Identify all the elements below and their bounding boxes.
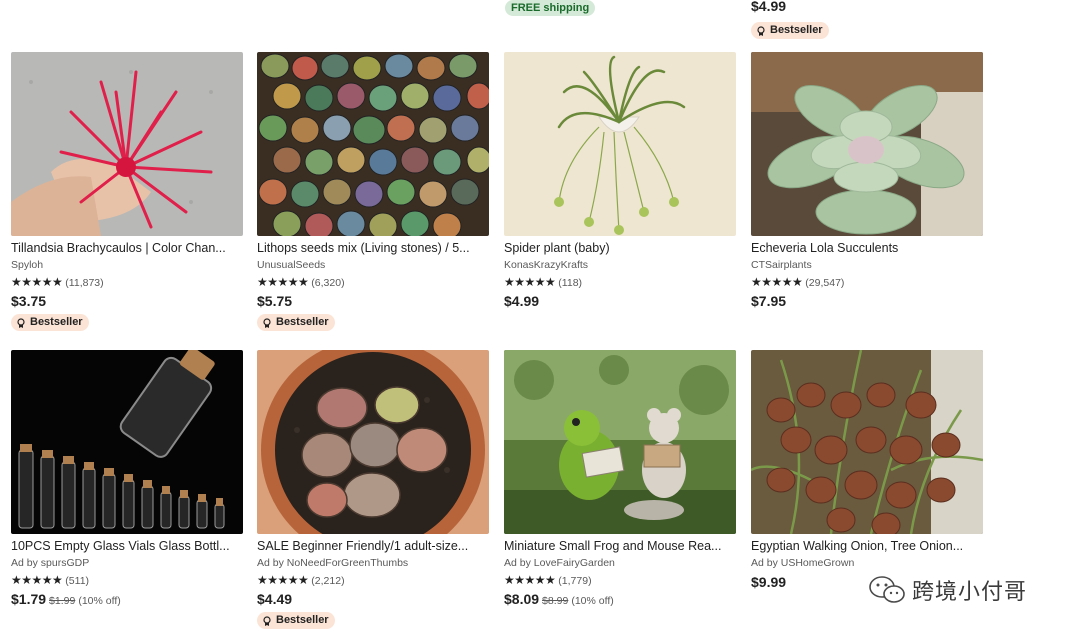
price-row: $4.49 (257, 591, 489, 608)
medal-icon (263, 615, 271, 626)
star-rating-icon: ★★★★★ (11, 275, 63, 289)
listing-image-air-plant[interactable] (11, 52, 243, 236)
price: $7.95 (751, 293, 787, 309)
listing-title[interactable]: 10PCS Empty Glass Vials Glass Bottl... (11, 539, 243, 554)
review-count: (6,320) (311, 277, 345, 289)
star-rating-icon: ★★★★★ (504, 275, 556, 289)
price: $9.99 (751, 574, 787, 590)
listing-image-spider-plant[interactable] (504, 52, 736, 236)
listing-title[interactable]: SALE Beginner Friendly/1 adult-size... (257, 539, 489, 554)
listing-title[interactable]: Spider plant (baby) (504, 241, 736, 256)
bestseller-badge: Bestseller (751, 22, 829, 39)
listing-title[interactable]: Echeveria Lola Succulents (751, 241, 983, 256)
star-rating-icon: ★★★★★ (257, 573, 309, 587)
shop-name[interactable]: Ad by NoNeedForGreenThumbs (257, 557, 489, 570)
listing-image-walking-onion[interactable] (751, 350, 983, 534)
original-price: $1.99 (49, 595, 76, 607)
listing-card[interactable]: Tillandsia Brachycaulos | Color Chan... … (11, 52, 243, 333)
listing-card[interactable]: SALE Beginner Friendly/1 adult-size... A… (257, 350, 489, 631)
bestseller-badge: Bestseller (257, 612, 335, 629)
listing-image-echeveria[interactable] (751, 52, 983, 236)
bestseller-badge: Bestseller (11, 314, 89, 331)
original-price: $8.99 (542, 595, 569, 607)
star-rating-icon: ★★★★★ (11, 573, 63, 587)
medal-icon (17, 317, 25, 328)
badge-label: Bestseller (30, 316, 83, 328)
price-row: $8.09 $8.99 (10% off) (504, 591, 736, 610)
price: $3.75 (11, 293, 47, 309)
shop-name[interactable]: Ad by LoveFairyGarden (504, 557, 736, 570)
listing-image-frog-mouse[interactable] (504, 350, 736, 534)
review-count: (1,779) (558, 575, 592, 587)
previous-row-remainder: FREE shipping $4.99 Bestseller (0, 0, 1080, 40)
medal-icon (757, 25, 765, 36)
price-row: $7.95 (751, 293, 983, 310)
rating: ★★★★★ (6,320) (257, 275, 489, 290)
listing-image-lithops-seeds[interactable] (257, 52, 489, 236)
shop-name[interactable]: Ad by spursGDP (11, 557, 243, 570)
shop-name[interactable]: KonasKrazyKrafts (504, 259, 736, 272)
listing-card[interactable]: Echeveria Lola Succulents CTSairplants ★… (751, 52, 983, 310)
review-count: (2,212) (311, 575, 345, 587)
rating: ★★★★★ (11,873) (11, 275, 243, 290)
discount-label: (10% off) (571, 595, 614, 607)
medal-icon (263, 317, 271, 328)
price: $1.79 (11, 591, 47, 607)
badge-label: Bestseller (276, 614, 329, 626)
rating: ★★★★★ (511) (11, 573, 243, 588)
badge-label: Bestseller (770, 24, 823, 36)
review-count: (11,873) (65, 277, 104, 289)
shop-name[interactable]: CTSairplants (751, 259, 983, 272)
listing-card[interactable]: Spider plant (baby) KonasKrazyKrafts ★★★… (504, 52, 736, 310)
price-row: $1.79 $1.99 (10% off) (11, 591, 243, 610)
price: $4.49 (257, 591, 293, 607)
listing-title[interactable]: Egyptian Walking Onion, Tree Onion... (751, 539, 983, 554)
listing-title[interactable]: Lithops seeds mix (Living stones) / 5... (257, 241, 489, 256)
rating: ★★★★★ (118) (504, 275, 736, 290)
price: $4.99 (751, 0, 787, 14)
listing-card[interactable]: 10PCS Empty Glass Vials Glass Bottl... A… (11, 350, 243, 610)
rating: ★★★★★ (1,779) (504, 573, 736, 588)
watermark-text: 跨境小付哥 (912, 580, 1028, 605)
shop-name[interactable]: UnusualSeeds (257, 259, 489, 272)
badge-label: Bestseller (276, 316, 329, 328)
listing-image-glass-vials[interactable] (11, 350, 243, 534)
review-count: (29,547) (805, 277, 845, 289)
free-shipping-badge: FREE shipping (505, 0, 596, 16)
star-rating-icon: ★★★★★ (257, 275, 309, 289)
wechat-icon (869, 576, 905, 603)
star-rating-icon: ★★★★★ (504, 573, 556, 587)
listing-title[interactable]: Miniature Small Frog and Mouse Rea... (504, 539, 736, 554)
price-row: $4.99 (504, 293, 736, 310)
price: $5.75 (257, 293, 293, 309)
review-count: (118) (558, 277, 583, 289)
bestseller-badge: Bestseller (257, 314, 335, 331)
listing-card[interactable]: Egyptian Walking Onion, Tree Onion... Ad… (751, 350, 983, 591)
shop-name[interactable]: Ad by USHomeGrown (751, 557, 983, 570)
listing-card[interactable]: Miniature Small Frog and Mouse Rea... Ad… (504, 350, 736, 610)
price-row: $3.75 (11, 293, 243, 310)
price-row: $5.75 (257, 293, 489, 310)
discount-label: (10% off) (78, 595, 121, 607)
listing-image-lithops-pot[interactable] (257, 350, 489, 534)
star-rating-icon: ★★★★★ (751, 275, 803, 289)
listing-title[interactable]: Tillandsia Brachycaulos | Color Chan... (11, 241, 243, 256)
price: $4.99 (504, 293, 540, 309)
rating: ★★★★★ (2,212) (257, 573, 489, 588)
shop-name[interactable]: Spyloh (11, 259, 243, 272)
price: $8.09 (504, 591, 540, 607)
watermark: 跨境小付哥 (868, 574, 1027, 606)
listing-card[interactable]: Lithops seeds mix (Living stones) / 5...… (257, 52, 489, 333)
rating: ★★★★★ (29,547) (751, 275, 983, 290)
review-count: (511) (65, 575, 90, 587)
